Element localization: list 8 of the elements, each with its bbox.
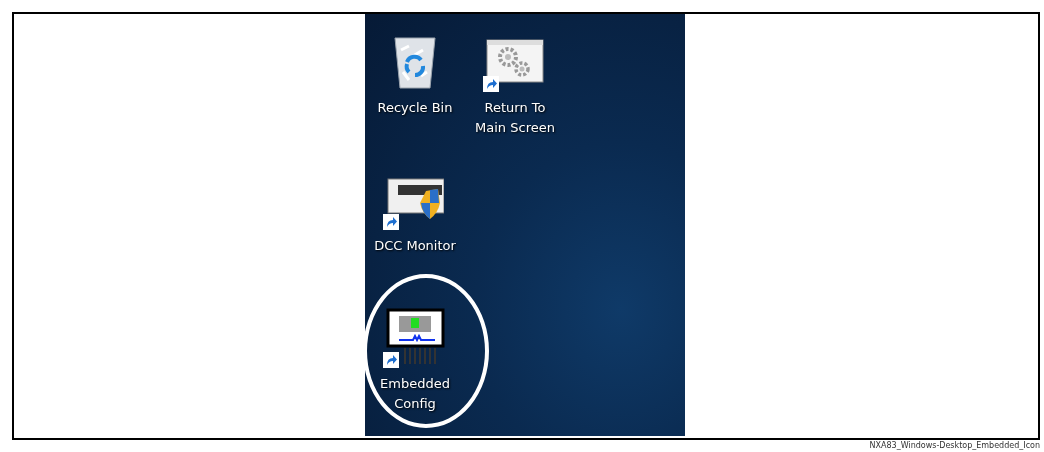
desktop-icon-label[interactable]: Return To Main Screen xyxy=(467,98,563,138)
desktop-icon-label[interactable]: DCC Monitor xyxy=(367,236,463,256)
desktop-icon-label[interactable]: Recycle Bin xyxy=(367,98,463,118)
window-with-shield-icon xyxy=(386,177,444,221)
desktop-icon-label[interactable]: Embedded Config xyxy=(367,374,463,414)
gears-window-icon xyxy=(486,39,544,83)
device-icon xyxy=(385,308,445,366)
figure-caption: NXA83_Windows-Desktop_Embedded_Icon xyxy=(869,441,1040,450)
